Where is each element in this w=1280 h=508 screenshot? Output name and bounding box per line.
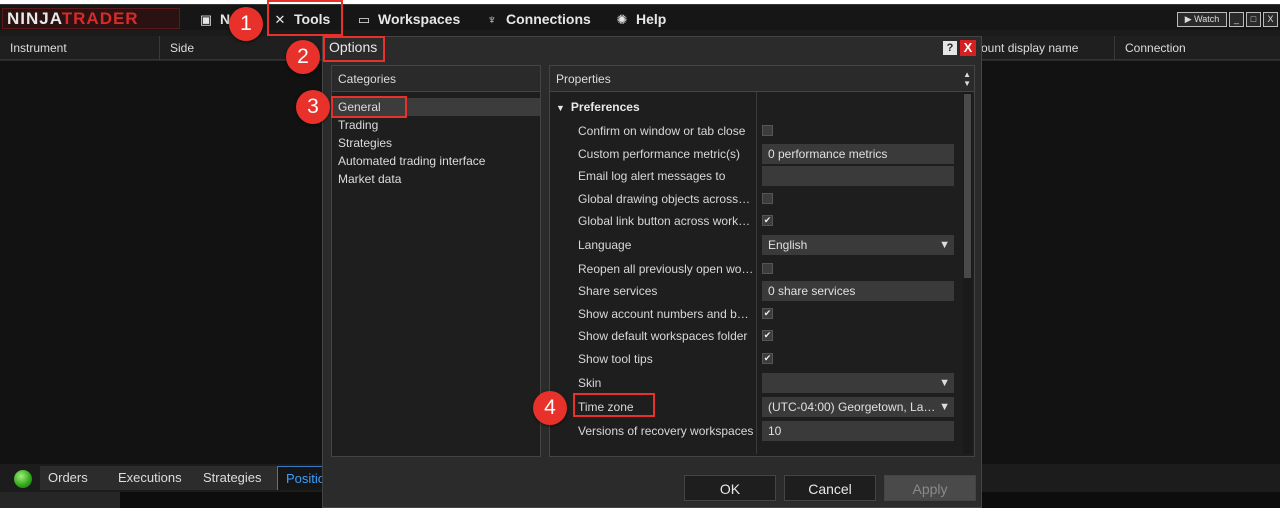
scroll-arrows-icon[interactable]: ▲ ▼ [963, 70, 971, 88]
tab-strategies[interactable]: Strategies [195, 466, 277, 490]
window-controls: ▶ Watch _ □ X [1177, 12, 1278, 27]
column-instrument[interactable]: Instrument [0, 36, 160, 60]
recovery-versions-field[interactable]: 10 [762, 421, 954, 441]
step-badge-1: 1 [229, 7, 263, 41]
step-badge-3: 3 [296, 90, 330, 124]
skin-select[interactable]: ▼ [762, 373, 954, 393]
tab-positions[interactable]: Positio [277, 466, 325, 490]
prop-reopen-workspaces: Reopen all previously open wo… [578, 258, 954, 280]
highlight-tools [267, 0, 343, 36]
workspaces-icon: ▭ [357, 12, 371, 27]
confirm-close-checkbox[interactable] [762, 125, 773, 136]
ninjatrader-logo: NINJATRADER [2, 8, 180, 29]
window-icon: ▣ [199, 12, 213, 27]
maximize-button[interactable]: □ [1246, 12, 1261, 27]
minimize-button[interactable]: _ [1229, 12, 1244, 27]
chevron-down-icon: ▼ [939, 401, 950, 413]
share-services-field[interactable]: 0 share services [762, 281, 954, 301]
prop-skin: Skin ▼ [578, 372, 954, 394]
prop-recovery-versions: Versions of recovery workspaces 10 [578, 420, 954, 442]
prop-global-link-button: Global link button across work… ✔ [578, 214, 773, 228]
global-drawing-objects-checkbox[interactable] [762, 193, 773, 204]
menu-workspaces[interactable]: ▭ Workspaces [356, 8, 460, 30]
cancel-button[interactable]: Cancel [784, 475, 876, 501]
category-automated-trading-interface[interactable]: Automated trading interface [332, 152, 540, 170]
show-default-workspaces-checkbox[interactable]: ✔ [762, 330, 773, 341]
connection-status-icon [14, 470, 32, 488]
menu-bar: NINJATRADER ▣ N ✕ Tools ▭ Workspaces ♆ Conne… [0, 4, 1280, 30]
column-account-display-name[interactable]: ount display name [975, 36, 1115, 60]
show-tool-tips-checkbox[interactable]: ✔ [762, 353, 773, 364]
category-trading[interactable]: Trading [332, 116, 540, 134]
options-dialog: Options ? X Categories General Trading S… [322, 36, 982, 508]
highlight-options [323, 36, 385, 62]
highlight-general [331, 96, 407, 118]
email-log-alerts-field[interactable] [762, 166, 954, 186]
step-badge-2: 2 [286, 40, 320, 74]
prop-confirm-close: Confirm on window or tab close [578, 120, 954, 142]
category-market-data[interactable]: Market data [332, 170, 540, 188]
prop-show-default-workspaces: Show default workspaces folder ✔ [578, 329, 773, 343]
menu-help[interactable]: ✺ Help [614, 8, 667, 30]
time-zone-select[interactable]: (UTC-04:00) Georgetown, La… ▼ [762, 397, 954, 417]
categories-header: Categories [332, 66, 540, 92]
lifebuoy-icon: ✺ [616, 12, 628, 27]
chevron-down-icon: ▼ [939, 239, 950, 251]
show-account-numbers-checkbox[interactable]: ✔ [762, 308, 773, 319]
tab-executions[interactable]: Executions [110, 466, 195, 490]
categories-panel: Categories General Trading Strategies Au… [331, 65, 541, 457]
prop-show-account-numbers: Show account numbers and b… ✔ [578, 307, 773, 321]
menu-new[interactable]: ▣ N [198, 8, 230, 30]
apply-button[interactable]: Apply [884, 475, 976, 501]
prop-share-services: Share services 0 share services [578, 280, 954, 302]
prop-global-drawing-objects: Global drawing objects across… [578, 188, 954, 210]
help-icon[interactable]: ? [943, 41, 957, 55]
scrollbar-thumb[interactable] [964, 94, 971, 278]
step-badge-4: 4 [533, 391, 567, 425]
expand-triangle-icon: ▼ [556, 103, 565, 113]
highlight-time-zone [573, 393, 655, 417]
menu-connections[interactable]: ♆ Connections [484, 8, 591, 30]
section-preferences[interactable]: ▼ Preferences [556, 100, 640, 114]
reopen-workspaces-checkbox[interactable] [762, 263, 773, 274]
language-select[interactable]: English ▼ [762, 235, 954, 255]
watch-button[interactable]: ▶ Watch [1177, 12, 1227, 27]
close-window-button[interactable]: X [1263, 12, 1278, 27]
ok-button[interactable]: OK [684, 475, 776, 501]
global-link-button-checkbox[interactable]: ✔ [762, 215, 773, 226]
performance-metrics-field[interactable]: 0 performance metrics [762, 144, 954, 164]
category-strategies[interactable]: Strategies [332, 134, 540, 152]
plug-icon: ♆ [487, 12, 497, 27]
properties-header: Properties [550, 66, 974, 92]
chevron-down-icon: ▼ [939, 377, 950, 389]
prop-show-tool-tips: Show tool tips ✔ [578, 352, 773, 366]
tab-orders[interactable]: Orders [40, 466, 110, 490]
column-connection[interactable]: Connection [1115, 36, 1280, 60]
prop-language: Language English ▼ [578, 234, 954, 256]
prop-email-log-alerts: Email log alert messages to [578, 165, 954, 187]
prop-custom-performance-metrics: Custom performance metric(s) 0 performan… [578, 143, 954, 165]
close-icon[interactable]: X [960, 40, 976, 56]
properties-scrollbar[interactable] [963, 92, 972, 454]
